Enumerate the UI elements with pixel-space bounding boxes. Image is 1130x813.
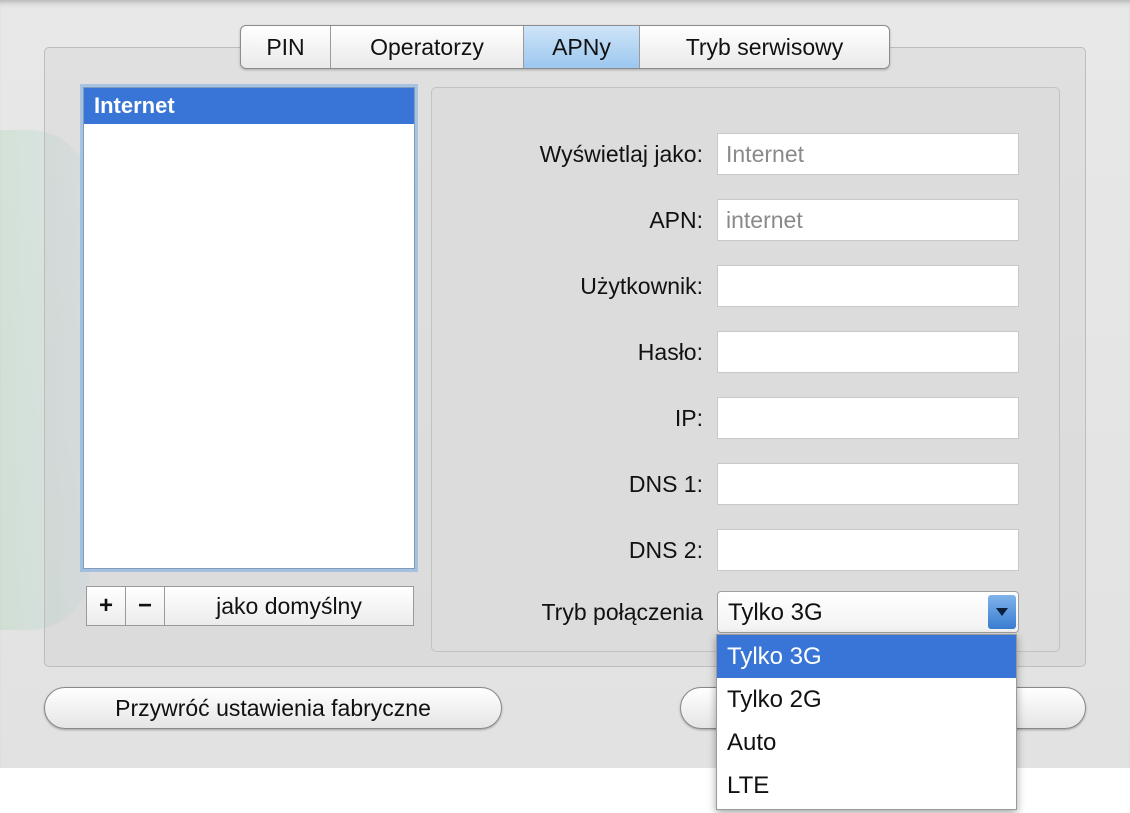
- dns1-label: DNS 1:: [628, 471, 703, 497]
- tab-operatorzy[interactable]: Operatorzy: [331, 26, 524, 68]
- apn-label: APN:: [649, 207, 703, 233]
- connection-mode-dropdown: Tylko 3G Tylko 2G Auto LTE: [716, 634, 1017, 810]
- user-label: Użytkownik:: [580, 273, 703, 299]
- apn-field[interactable]: internet: [717, 199, 1019, 241]
- dns2-field[interactable]: [717, 529, 1019, 571]
- row-display-as: Wyświetlaj jako: Internet: [432, 133, 1061, 175]
- dns2-label: DNS 2:: [628, 537, 703, 563]
- tab-pin[interactable]: PIN: [241, 26, 331, 68]
- set-default-button[interactable]: jako domyślny: [165, 587, 413, 625]
- connection-mode-value: Tylko 3G: [728, 599, 823, 626]
- display-as-field[interactable]: Internet: [717, 133, 1019, 175]
- apn-list-item[interactable]: Internet: [84, 88, 414, 124]
- ip-label: IP:: [674, 405, 703, 431]
- add-apn-button[interactable]: +: [87, 587, 126, 625]
- row-apn: APN: internet: [432, 199, 1061, 241]
- row-dns1: DNS 1:: [432, 463, 1061, 505]
- apn-settings-panel: Wyświetlaj jako: Internet APN: internet …: [431, 87, 1060, 652]
- row-password: Hasło:: [432, 331, 1061, 373]
- dns1-field[interactable]: [717, 463, 1019, 505]
- password-label: Hasło:: [637, 339, 703, 365]
- display-as-label: Wyświetlaj jako:: [539, 141, 703, 167]
- ip-field[interactable]: [717, 397, 1019, 439]
- row-dns2: DNS 2:: [432, 529, 1061, 571]
- apn-list-controls: + − jako domyślny: [86, 586, 414, 626]
- password-field[interactable]: [717, 331, 1019, 373]
- connection-mode-label: Tryb połączenia: [541, 599, 703, 625]
- tab-tryb-serwisowy[interactable]: Tryb serwisowy: [640, 26, 889, 68]
- row-ip: IP:: [432, 397, 1061, 439]
- tab-bar: PIN Operatorzy APNy Tryb serwisowy: [240, 25, 890, 69]
- option-tylko-2g[interactable]: Tylko 2G: [717, 678, 1016, 721]
- tab-apny[interactable]: APNy: [524, 26, 640, 68]
- option-auto[interactable]: Auto: [717, 721, 1016, 764]
- row-user: Użytkownik:: [432, 265, 1061, 307]
- option-tylko-3g[interactable]: Tylko 3G: [717, 635, 1016, 678]
- row-connection-mode: Tryb połączenia Tylko 3G: [432, 591, 1061, 633]
- connection-mode-select[interactable]: Tylko 3G: [717, 591, 1019, 633]
- remove-apn-button[interactable]: −: [126, 587, 165, 625]
- restore-defaults-button[interactable]: Przywróć ustawienia fabryczne: [44, 687, 502, 729]
- chevron-down-icon[interactable]: [988, 595, 1016, 629]
- option-lte[interactable]: LTE: [717, 764, 1016, 807]
- apn-list[interactable]: Internet: [83, 87, 415, 569]
- user-field[interactable]: [717, 265, 1019, 307]
